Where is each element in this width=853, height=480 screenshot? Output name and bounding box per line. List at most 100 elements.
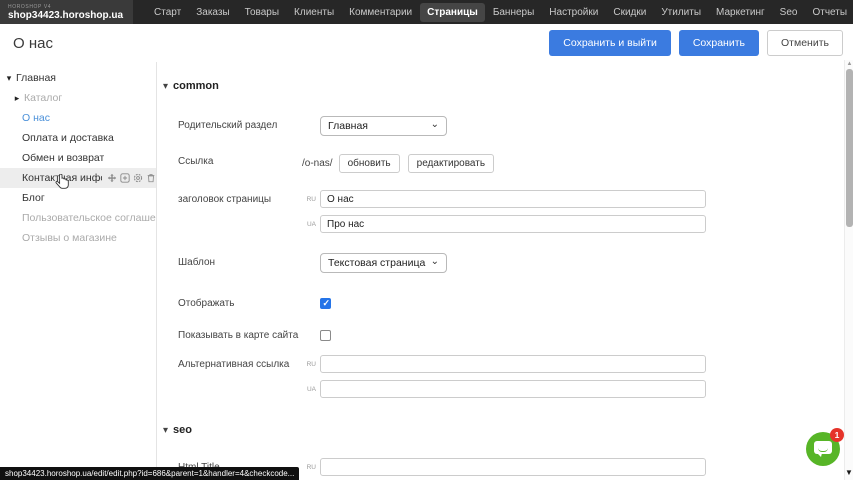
chevron-down-icon: ⌄ (431, 119, 439, 130)
chevron-down-icon: ▾ (163, 425, 168, 436)
field-display: Отображать (178, 294, 845, 309)
scroll-up-arrow-icon[interactable]: ▲ (845, 60, 853, 69)
field-template: Шаблон Текстовая страница ⌄ (178, 253, 845, 273)
sidebar-item-label: Главная (16, 72, 56, 84)
alt-link-ru-input[interactable] (320, 355, 706, 373)
chevron-down-icon[interactable]: ▾ (5, 73, 13, 84)
lang-ru-badge: RU (302, 190, 316, 203)
sidebar-item-home[interactable]: ▾ Главная (0, 68, 156, 88)
sidebar-item-label: Обмен и возврат (22, 152, 104, 164)
nav-item-settings[interactable]: Настройки (542, 3, 605, 22)
lang-ru-badge: RU (302, 355, 316, 368)
field-link: Ссылка /o-nas/ обновить редактировать (178, 152, 845, 173)
trash-icon[interactable] (146, 173, 156, 183)
sidebar-item-label: Блог (22, 192, 45, 204)
logo[interactable]: HOROSHOP V4 shop34423.horoshop.ua (0, 0, 133, 24)
section-title: common (173, 80, 219, 92)
field-parent-section: Родительский раздел Главная ⌄ (178, 116, 845, 136)
save-and-exit-button[interactable]: Сохранить и выйти (549, 30, 671, 56)
parent-section-select[interactable]: Главная ⌄ (320, 116, 447, 136)
sidebar-item-label: Пользовательское соглашение (22, 212, 156, 224)
sidebar-item-label: Оплата и доставка (22, 132, 114, 144)
page-edit-form: ▾ common Родительский раздел Главная ⌄ С… (157, 62, 845, 480)
section-common-header[interactable]: ▾ common (163, 80, 845, 92)
page-title-ua-input[interactable] (320, 215, 706, 233)
sidebar-item-user-agreement[interactable]: Пользовательское соглашение (0, 208, 156, 228)
lang-ua-badge: UA (302, 215, 316, 228)
sidebar-item-label: О нас (22, 112, 50, 124)
template-select[interactable]: Текстовая страница ⌄ (320, 253, 447, 273)
link-value: /o-nas/ (302, 158, 333, 169)
sidebar-item-payment-delivery[interactable]: Оплата и доставка (0, 128, 156, 148)
field-label: Ссылка (178, 152, 302, 167)
page-title-ru-input[interactable] (320, 190, 706, 208)
page-header: О нас Сохранить и выйти Сохранить Отмени… (0, 24, 853, 62)
chevron-right-icon[interactable]: ▸ (13, 93, 21, 104)
nav-item-reports[interactable]: Отчеты (805, 3, 853, 22)
sidebar-item-blog[interactable]: Блог (0, 188, 156, 208)
lang-ru-badge: RU (302, 458, 316, 471)
header-buttons: Сохранить и выйти Сохранить Отменить (549, 30, 843, 56)
nav-item-pages[interactable]: Страницы (420, 3, 485, 22)
display-checkbox[interactable] (320, 298, 331, 309)
nav-item-utilities[interactable]: Утилиты (654, 3, 708, 22)
chat-notification-badge: 1 (830, 428, 844, 442)
field-alt-link: Альтернативная ссылка RU UA (178, 355, 845, 398)
tree-item-actions (107, 173, 156, 183)
scroll-down-arrow-icon[interactable]: ▼ (843, 467, 853, 479)
sidebar-item-label: Каталог (24, 92, 62, 104)
section-seo-header[interactable]: ▾ seo (163, 424, 845, 436)
gear-icon[interactable] (133, 173, 143, 183)
chat-bubble-icon (814, 441, 832, 454)
chevron-down-icon: ▾ (163, 81, 168, 92)
nav-item-discounts[interactable]: Скидки (606, 3, 653, 22)
logo-domain-label: shop34423.horoshop.ua (8, 10, 123, 21)
link-status-bar: shop34423.horoshop.ua/edit/edit.php?id=6… (0, 467, 299, 480)
cancel-button[interactable]: Отменить (767, 30, 843, 56)
field-page-title: заголовок страницы RU UA (178, 190, 845, 233)
nav-item-marketing[interactable]: Маркетинг (709, 3, 772, 22)
sidebar-item-label: Отзывы о магазине (22, 232, 117, 244)
status-url: shop34423.horoshop.ua/edit/edit.php?id=6… (5, 469, 294, 478)
lang-ua-badge: UA (302, 380, 316, 393)
scrollbar-thumb[interactable] (846, 69, 853, 227)
sitemap-checkbox[interactable] (320, 330, 331, 341)
nav-item-clients[interactable]: Клиенты (287, 3, 341, 22)
sidebar-item-about[interactable]: О нас (0, 108, 156, 128)
nav-item-start[interactable]: Старт (147, 3, 188, 22)
pages-tree-sidebar: ▾ Главная ▸ Каталог О нас Оплата и доста… (0, 62, 156, 480)
nav-item-orders[interactable]: Заказы (189, 3, 236, 22)
move-icon[interactable] (107, 173, 117, 183)
sidebar-item-store-reviews[interactable]: Отзывы о магазине (0, 228, 156, 248)
add-icon[interactable] (120, 173, 130, 183)
vertical-scrollbar[interactable]: ▲ ▼ (844, 60, 853, 480)
field-label: Шаблон (178, 253, 302, 268)
selected-option: Главная (328, 120, 368, 132)
section-title: seo (173, 424, 192, 436)
sidebar-item-exchange-return[interactable]: Обмен и возврат (0, 148, 156, 168)
mouse-cursor-icon (55, 174, 69, 191)
html-title-ru-input[interactable] (320, 458, 706, 476)
nav-item-comments[interactable]: Комментарии (342, 3, 419, 22)
link-update-button[interactable]: обновить (339, 154, 400, 173)
chat-smile-icon (818, 448, 828, 452)
nav-item-seo[interactable]: Seo (773, 3, 805, 22)
main-nav: Старт Заказы Товары Клиенты Комментарии … (147, 3, 853, 22)
alt-link-ua-input[interactable] (320, 380, 706, 398)
field-label: Родительский раздел (178, 116, 302, 131)
nav-item-products[interactable]: Товары (238, 3, 286, 22)
nav-item-banners[interactable]: Баннеры (486, 3, 541, 22)
topbar: HOROSHOP V4 shop34423.horoshop.ua Старт … (0, 0, 853, 24)
page-title: О нас (13, 35, 53, 52)
field-label: Альтернативная ссылка (178, 355, 302, 370)
field-sitemap: Показывать в карте сайта (178, 326, 845, 341)
sidebar-item-catalog[interactable]: ▸ Каталог (0, 88, 156, 108)
chat-widget-button[interactable]: 1 (806, 432, 840, 466)
field-label: Показывать в карте сайта (178, 326, 302, 341)
selected-option: Текстовая страница (328, 257, 425, 269)
sidebar-item-contact-info[interactable]: Контактная инфор (0, 168, 156, 188)
link-edit-button[interactable]: редактировать (408, 154, 494, 173)
chevron-down-icon: ⌄ (431, 256, 439, 267)
save-button[interactable]: Сохранить (679, 30, 759, 56)
field-label: заголовок страницы (178, 190, 302, 205)
